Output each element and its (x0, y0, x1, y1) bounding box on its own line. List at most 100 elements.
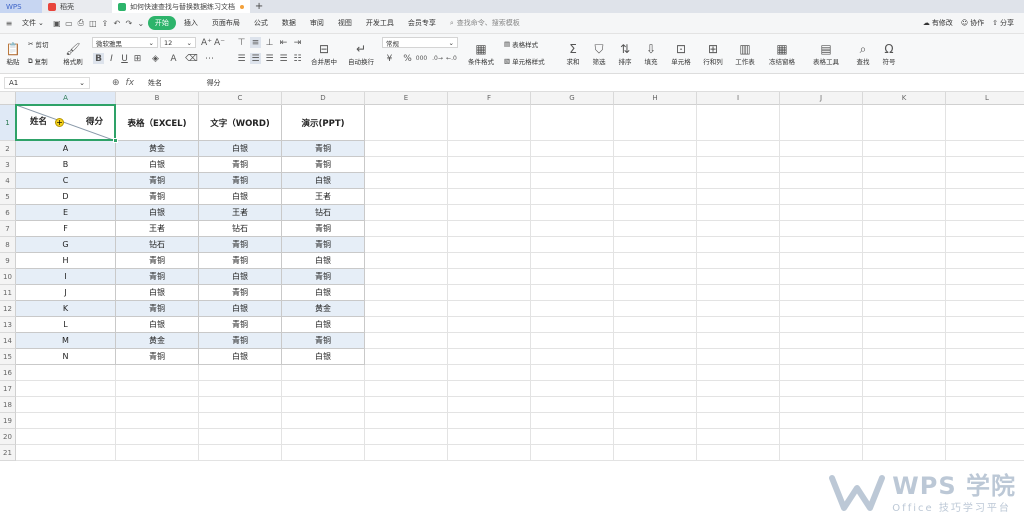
column-header-g[interactable]: G (531, 92, 614, 105)
empty-cell[interactable] (614, 205, 697, 221)
data-cell[interactable]: 青铜 (116, 349, 199, 365)
tab-wps-home[interactable]: WPS (0, 0, 42, 13)
data-cell[interactable]: 王者 (282, 189, 365, 205)
empty-cell[interactable] (448, 397, 531, 413)
empty-cell[interactable] (697, 205, 780, 221)
empty-cell[interactable] (780, 141, 863, 157)
empty-cell[interactable] (863, 269, 946, 285)
merge-center-button[interactable]: ⊟ 合并居中 (306, 36, 342, 72)
empty-cell[interactable] (16, 397, 116, 413)
empty-cell[interactable] (365, 205, 448, 221)
empty-cell[interactable] (780, 413, 863, 429)
data-cell[interactable]: 黄金 (282, 301, 365, 317)
empty-cell[interactable] (863, 237, 946, 253)
empty-cell[interactable] (863, 253, 946, 269)
row-header-11[interactable]: 11 (0, 285, 16, 301)
empty-cell[interactable] (863, 141, 946, 157)
tab-daoke[interactable]: 稻壳 (42, 0, 112, 13)
empty-cell[interactable] (531, 285, 614, 301)
empty-cell[interactable] (614, 429, 697, 445)
empty-cell[interactable] (365, 173, 448, 189)
data-cell[interactable]: 白银 (116, 317, 199, 333)
empty-cell[interactable] (697, 445, 780, 461)
empty-cell[interactable] (365, 381, 448, 397)
empty-cell[interactable] (780, 105, 863, 141)
row-header-14[interactable]: 14 (0, 333, 16, 349)
empty-cell[interactable] (863, 205, 946, 221)
column-header-f[interactable]: F (448, 92, 531, 105)
data-cell[interactable]: 青铜 (199, 157, 282, 173)
empty-cell[interactable] (282, 397, 365, 413)
row-header-4[interactable]: 4 (0, 173, 16, 189)
empty-cell[interactable] (199, 445, 282, 461)
name-box[interactable]: A1 ⌄ (4, 76, 90, 89)
empty-cell[interactable] (780, 189, 863, 205)
empty-cell[interactable] (448, 445, 531, 461)
row-header-9[interactable]: 9 (0, 253, 16, 269)
empty-cell[interactable] (531, 317, 614, 333)
empty-cell[interactable] (531, 365, 614, 381)
empty-cell[interactable] (780, 221, 863, 237)
row-header-12[interactable]: 12 (0, 301, 16, 317)
data-cell[interactable]: 白银 (116, 285, 199, 301)
empty-cell[interactable] (531, 269, 614, 285)
row-header-20[interactable]: 20 (0, 429, 16, 445)
worksheet-button[interactable]: ▥ 工作表 (730, 36, 760, 72)
freeze-panes-button[interactable]: ▦ 冻结窗格 (764, 36, 800, 72)
has-changes-button[interactable]: ☁ 有修改 (923, 18, 953, 28)
empty-cell[interactable] (448, 237, 531, 253)
fill-handle[interactable] (113, 138, 118, 143)
data-cell[interactable]: F (16, 221, 116, 237)
empty-cell[interactable] (863, 413, 946, 429)
empty-cell[interactable] (697, 157, 780, 173)
empty-cell[interactable] (365, 253, 448, 269)
menu-member[interactable]: 会员专享 (402, 16, 442, 30)
empty-cell[interactable] (780, 429, 863, 445)
row-header-16[interactable]: 16 (0, 365, 16, 381)
empty-cell[interactable] (531, 301, 614, 317)
column-header-b[interactable]: B (116, 92, 199, 105)
empty-cell[interactable] (365, 105, 448, 141)
data-cell[interactable]: 黄金 (116, 141, 199, 157)
data-cell[interactable]: 白银 (199, 349, 282, 365)
empty-cell[interactable] (946, 105, 1024, 141)
sum-button[interactable]: Σ 求和 (560, 36, 586, 72)
data-cell[interactable]: 白银 (282, 173, 365, 189)
empty-cell[interactable] (531, 237, 614, 253)
data-cell[interactable]: 青铜 (116, 253, 199, 269)
empty-cell[interactable] (116, 397, 199, 413)
empty-cell[interactable] (448, 317, 531, 333)
empty-cell[interactable] (116, 445, 199, 461)
empty-cell[interactable] (116, 381, 199, 397)
empty-cell[interactable] (199, 365, 282, 381)
empty-cell[interactable] (448, 157, 531, 173)
empty-cell[interactable] (448, 221, 531, 237)
row-header-19[interactable]: 19 (0, 413, 16, 429)
empty-cell[interactable] (531, 205, 614, 221)
data-cell[interactable]: 王者 (199, 205, 282, 221)
empty-cell[interactable] (531, 141, 614, 157)
empty-cell[interactable] (780, 317, 863, 333)
filter-button[interactable]: ⛉ 筛选 (586, 36, 612, 72)
empty-cell[interactable] (863, 301, 946, 317)
sort-button[interactable]: ⇅ 排序 (612, 36, 638, 72)
empty-cell[interactable] (614, 413, 697, 429)
empty-cell[interactable] (780, 157, 863, 173)
data-cell[interactable]: D (16, 189, 116, 205)
data-cell[interactable]: 青铜 (116, 189, 199, 205)
borders-icon[interactable]: ⊞ (132, 53, 143, 64)
empty-cell[interactable] (863, 445, 946, 461)
empty-cell[interactable] (697, 269, 780, 285)
column-header-d[interactable]: D (282, 92, 365, 105)
empty-cell[interactable] (365, 333, 448, 349)
wrap-text-button[interactable]: ↵ 自动换行 (344, 36, 378, 72)
row-col-button[interactable]: ⊞ 行和列 (698, 36, 728, 72)
menu-data[interactable]: 数据 (276, 16, 302, 30)
undo-icon[interactable]: ↶ (112, 18, 122, 28)
empty-cell[interactable] (282, 413, 365, 429)
empty-cell[interactable] (946, 253, 1024, 269)
empty-cell[interactable] (697, 333, 780, 349)
data-cell[interactable]: N (16, 349, 116, 365)
column-header-l[interactable]: L (946, 92, 1024, 105)
empty-cell[interactable] (863, 317, 946, 333)
